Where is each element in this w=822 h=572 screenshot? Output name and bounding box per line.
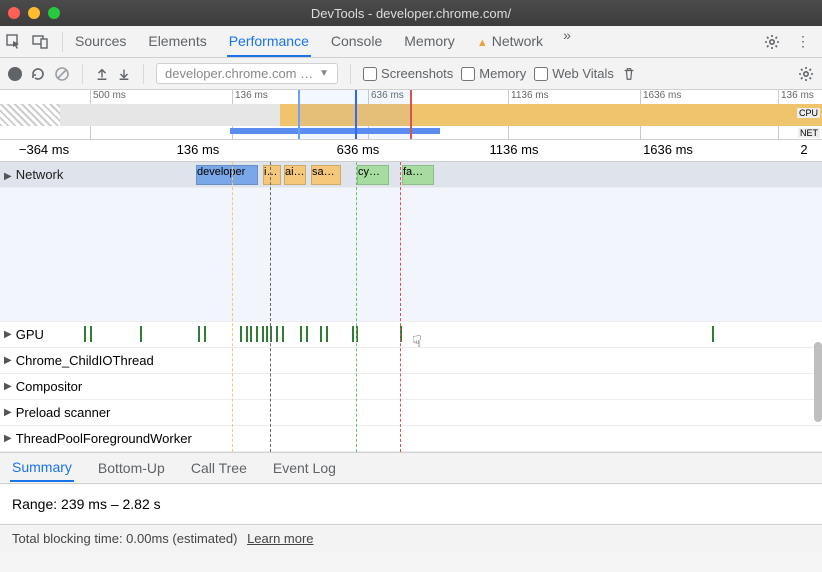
reload-icon[interactable]	[30, 66, 46, 82]
inspect-icon[interactable]	[6, 34, 32, 50]
window-zoom[interactable]	[48, 7, 60, 19]
thread-childio[interactable]: Chrome_ChildIOThread	[0, 348, 822, 374]
thread-compositor[interactable]: Compositor	[0, 374, 822, 400]
ruler-tick: 636 ms	[337, 142, 380, 157]
gpu-activity-tick	[326, 326, 328, 342]
tab-calltree[interactable]: Call Tree	[189, 455, 249, 481]
time-ruler[interactable]: −364 ms 136 ms 636 ms 1136 ms 1636 ms 2	[0, 140, 822, 162]
tab-memory[interactable]: Memory	[402, 27, 457, 57]
clear-icon[interactable]	[54, 66, 70, 82]
ruler-tick: 136 ms	[177, 142, 220, 157]
tab-eventlog[interactable]: Event Log	[271, 455, 338, 481]
network-request-bar[interactable]: cy…	[357, 165, 389, 185]
tab-console[interactable]: Console	[329, 27, 384, 57]
gpu-activity-tick	[246, 326, 248, 342]
network-request-bar[interactable]: ai…	[284, 165, 306, 185]
time-marker-line	[400, 162, 401, 452]
footer-bar: Total blocking time: 0.00ms (estimated) …	[0, 524, 822, 552]
cpu-label: CPU	[797, 108, 820, 118]
ruler-tick: 1636 ms	[643, 142, 693, 157]
gpu-activity-tick	[282, 326, 284, 342]
scrollbar-thumb[interactable]	[814, 342, 822, 422]
network-request-bar[interactable]: i…	[263, 165, 281, 185]
overview-brush[interactable]	[298, 90, 412, 139]
flame-chart[interactable]: Network developeri…ai…sa…cy…fa… GPU Chro…	[0, 162, 822, 452]
gpu-activity-tick	[198, 326, 200, 342]
pointer-cursor-icon: ☟	[412, 332, 422, 352]
tbt-text: Total blocking time: 0.00ms (estimated)	[12, 531, 237, 546]
network-request-bar[interactable]: fa…	[402, 165, 434, 185]
network-track-body[interactable]	[0, 188, 822, 322]
tab-sources[interactable]: Sources	[73, 27, 128, 57]
download-icon[interactable]	[117, 67, 131, 81]
tab-elements[interactable]: Elements	[146, 27, 208, 57]
gpu-activity-tick	[300, 326, 302, 342]
settings-icon[interactable]	[764, 34, 790, 50]
tab-network[interactable]: Network	[475, 27, 545, 57]
summary-panel: Range: 239 ms – 2.82 s	[0, 484, 822, 524]
thread-preload[interactable]: Preload scanner	[0, 400, 822, 426]
webvitals-checkbox[interactable]: Web Vitals	[534, 66, 614, 81]
delete-icon[interactable]	[622, 67, 636, 81]
gpu-activity-tick	[712, 326, 714, 342]
gpu-activity-tick	[262, 326, 264, 342]
window-close[interactable]	[8, 7, 20, 19]
gpu-activity-tick	[266, 326, 268, 342]
gpu-activity-tick	[140, 326, 142, 342]
device-toggle-icon[interactable]	[32, 34, 58, 50]
target-label: developer.chrome.com …	[165, 66, 313, 81]
gpu-activity-tick	[276, 326, 278, 342]
gpu-activity-tick	[240, 326, 242, 342]
gpu-activity-tick	[204, 326, 206, 342]
tab-summary[interactable]: Summary	[10, 454, 74, 482]
window-minimize[interactable]	[28, 7, 40, 19]
gpu-activity-tick	[256, 326, 258, 342]
summary-range: Range: 239 ms – 2.82 s	[12, 496, 161, 512]
net-label: NET	[798, 128, 820, 138]
upload-icon[interactable]	[95, 67, 109, 81]
main-tabs: Sources Elements Performance Console Mem…	[73, 27, 571, 57]
ruler-tick: −364 ms	[19, 142, 69, 157]
time-marker-line	[232, 162, 233, 452]
dropdown-triangle-icon: ▼	[319, 68, 329, 79]
learn-more-link[interactable]: Learn more	[247, 531, 313, 546]
timeline-overview[interactable]: 500 ms136 ms636 ms1136 ms1636 ms136 ms C…	[0, 90, 822, 140]
kebab-icon[interactable]: ⋮	[790, 33, 816, 50]
time-marker-line	[270, 162, 271, 452]
gpu-activity-tick	[250, 326, 252, 342]
gpu-activity-tick	[306, 326, 308, 342]
gpu-activity-tick	[84, 326, 86, 342]
tab-performance[interactable]: Performance	[227, 27, 311, 57]
ruler-tick: 2	[800, 142, 807, 157]
gpu-activity-tick	[320, 326, 322, 342]
network-request-bar[interactable]: developer	[196, 165, 258, 185]
tab-bottomup[interactable]: Bottom-Up	[96, 455, 167, 481]
record-button[interactable]	[8, 67, 22, 81]
screenshots-checkbox[interactable]: Screenshots	[363, 66, 453, 81]
detail-tabs: Summary Bottom-Up Call Tree Event Log	[0, 452, 822, 484]
gpu-activity-tick	[352, 326, 354, 342]
window-title: DevTools - developer.chrome.com/	[311, 6, 511, 21]
time-marker-line	[356, 162, 357, 452]
target-selector[interactable]: developer.chrome.com … ▼	[156, 63, 338, 84]
thread-pool[interactable]: ThreadPoolForegroundWorker	[0, 426, 822, 452]
network-request-bar[interactable]: sa…	[311, 165, 341, 185]
more-tabs-icon[interactable]: »	[563, 27, 571, 57]
panel-settings-icon[interactable]	[798, 66, 814, 82]
ruler-tick: 1136 ms	[490, 142, 539, 157]
memory-checkbox[interactable]: Memory	[461, 66, 526, 81]
gpu-activity-tick	[90, 326, 92, 342]
